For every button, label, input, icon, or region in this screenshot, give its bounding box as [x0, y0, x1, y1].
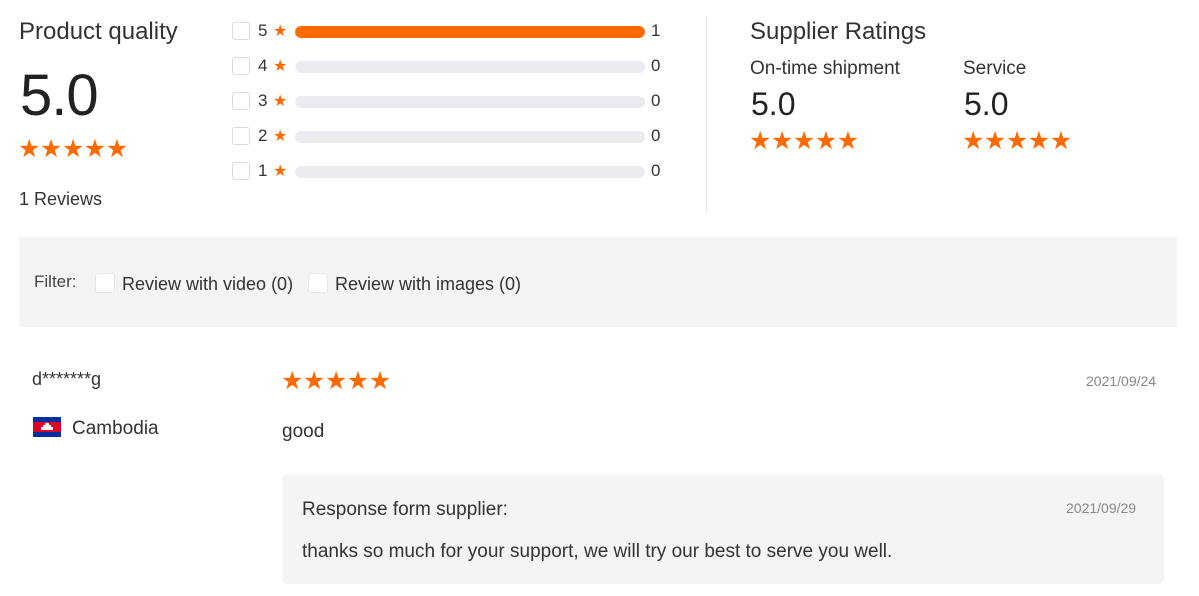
rating-count: 0	[651, 56, 661, 75]
star-icon: ★	[368, 367, 392, 395]
rating-bar-fill	[295, 26, 645, 38]
supplier-ratings-title: Supplier Ratings	[750, 18, 927, 45]
cambodia-flag-icon	[33, 417, 61, 437]
star-icon: ★	[18, 135, 41, 163]
star-icon: ★	[273, 93, 288, 110]
shipment-rating-score: 5.0	[751, 86, 796, 122]
rating-bar-track	[295, 61, 645, 73]
rating-bar-track	[295, 26, 645, 38]
rating-count: 0	[651, 126, 661, 145]
review-count: 1 Reviews	[19, 189, 103, 209]
images-filter-checkbox[interactable]	[308, 273, 328, 293]
rating-row-2[interactable]: 2 ★ 0	[231, 126, 671, 148]
rating-filter-checkbox[interactable]	[232, 92, 250, 110]
rating-row-4[interactable]: 4 ★ 0	[231, 56, 671, 78]
section-divider	[706, 16, 707, 212]
review-stars: ★★★★★	[281, 369, 391, 394]
rating-level: 1	[258, 161, 268, 180]
star-icon: ★	[1005, 127, 1029, 155]
shipment-rating-stars: ★★★★★	[749, 129, 859, 154]
supplier-response-text: thanks so much for your support, we will…	[302, 541, 893, 562]
rating-level: 5	[258, 21, 268, 40]
star-icon: ★	[983, 127, 1007, 155]
star-icon: ★	[749, 127, 772, 155]
review-text: good	[282, 421, 325, 442]
rating-row-5[interactable]: 5 ★ 1	[231, 21, 671, 43]
product-quality-score: 5.0	[20, 63, 99, 128]
supplier-response-date: 2021/09/29	[1066, 500, 1137, 516]
star-icon: ★	[83, 135, 107, 163]
rating-count: 0	[651, 91, 661, 110]
star-icon: ★	[281, 367, 304, 395]
reviewer-country: Cambodia	[72, 418, 159, 439]
star-icon: ★	[39, 135, 63, 163]
rating-filter-checkbox[interactable]	[232, 162, 250, 180]
star-icon: ★	[962, 127, 985, 155]
star-icon: ★	[770, 127, 794, 155]
shipment-rating-label: On-time shipment	[750, 58, 900, 79]
supplier-response-box	[282, 474, 1164, 584]
star-icon: ★	[273, 163, 288, 180]
star-icon: ★	[792, 127, 816, 155]
service-rating-stars: ★★★★★	[962, 129, 1072, 154]
rating-count: 1	[651, 21, 661, 40]
service-rating-score: 5.0	[964, 86, 1009, 122]
rating-filter-checkbox[interactable]	[232, 127, 250, 145]
star-icon: ★	[273, 23, 288, 40]
review-date: 2021/09/24	[1086, 373, 1157, 389]
star-icon: ★	[814, 127, 838, 155]
star-icon: ★	[1049, 127, 1073, 155]
rating-filter-checkbox[interactable]	[232, 22, 250, 40]
video-filter-checkbox[interactable]	[95, 273, 115, 293]
video-filter-label[interactable]: Review with video (0)	[122, 274, 293, 295]
star-icon: ★	[105, 135, 129, 163]
rating-filter-checkbox[interactable]	[232, 57, 250, 75]
star-icon: ★	[346, 367, 370, 395]
star-icon: ★	[324, 367, 348, 395]
star-icon: ★	[61, 135, 85, 163]
service-rating-label: Service	[963, 58, 1027, 79]
rating-row-1[interactable]: 1 ★ 0	[231, 161, 671, 183]
product-quality-stars: ★★★★★	[18, 137, 128, 162]
images-filter-label[interactable]: Review with images (0)	[335, 274, 521, 295]
product-quality-title: Product quality	[19, 18, 178, 45]
supplier-response-title: Response form supplier:	[302, 499, 508, 520]
star-icon: ★	[836, 127, 860, 155]
filter-label: Filter:	[34, 272, 77, 291]
star-icon: ★	[273, 58, 288, 75]
rating-level: 3	[258, 91, 268, 110]
rating-row-3[interactable]: 3 ★ 0	[231, 91, 671, 113]
rating-bar-track	[295, 166, 645, 178]
rating-bar-track	[295, 96, 645, 108]
reviewer-name: d*******g	[32, 369, 102, 389]
star-icon: ★	[273, 128, 288, 145]
rating-count: 0	[651, 161, 661, 180]
rating-level: 4	[258, 56, 268, 75]
star-icon: ★	[1027, 127, 1051, 155]
rating-bar-track	[295, 131, 645, 143]
star-icon: ★	[302, 367, 326, 395]
rating-level: 2	[258, 126, 268, 145]
